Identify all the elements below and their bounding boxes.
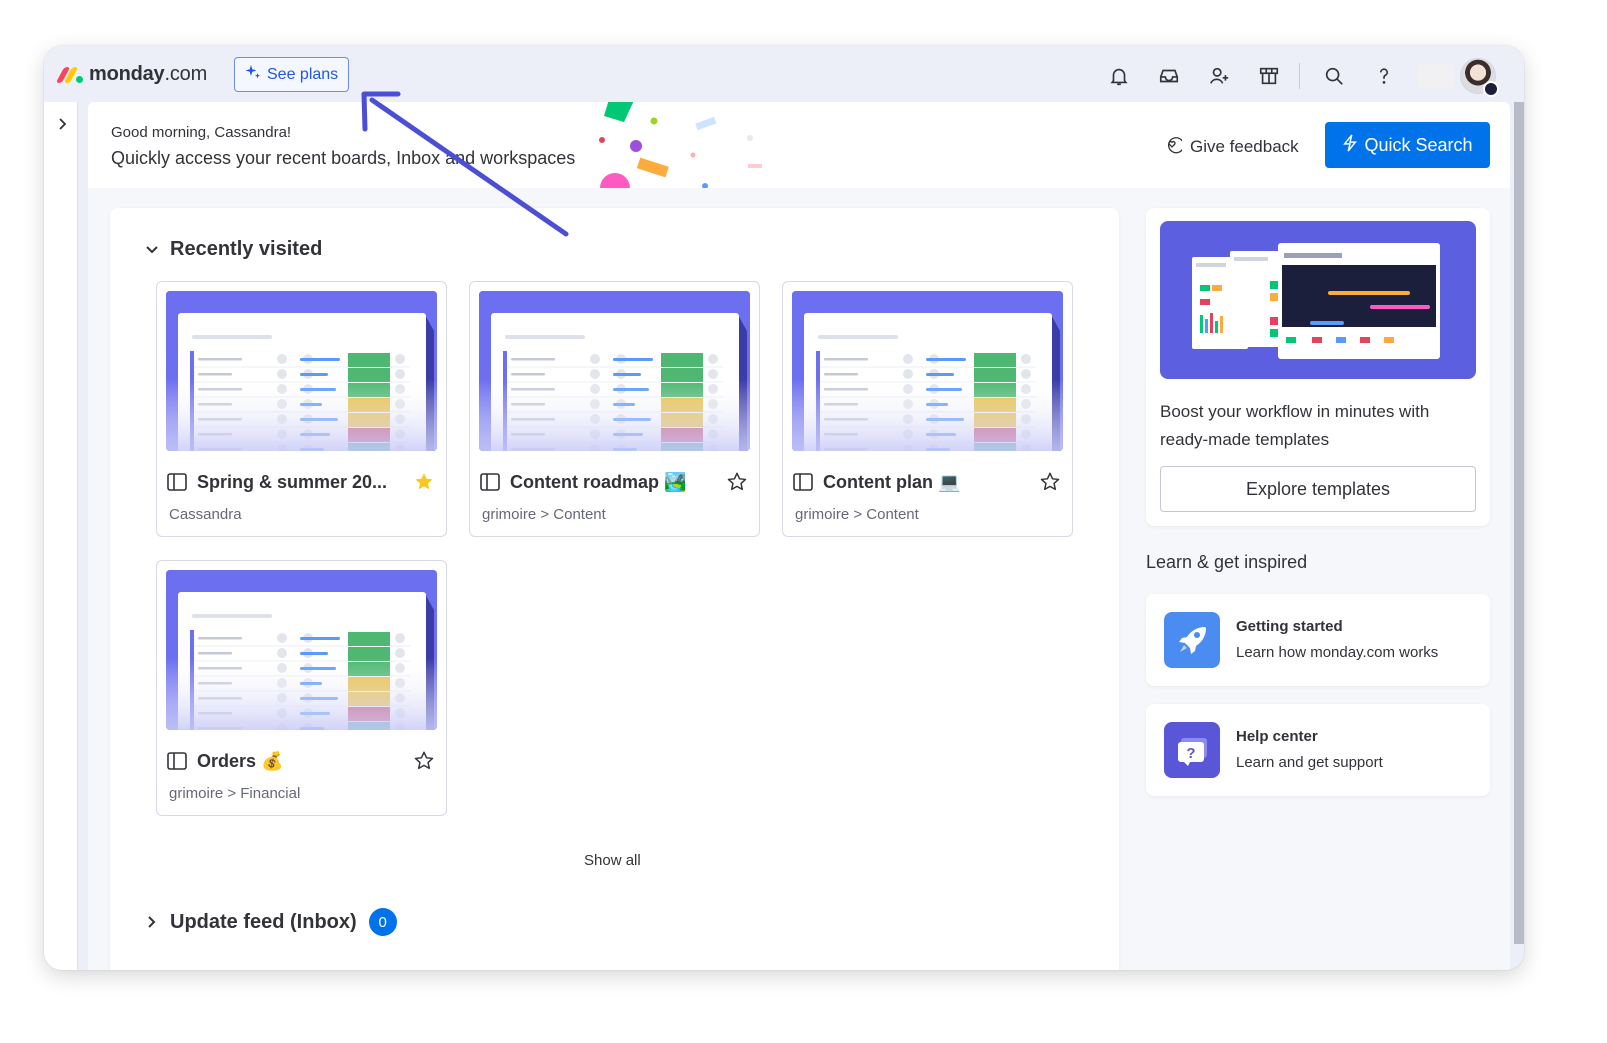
greeting-subtitle: Quickly access your recent boards, Inbox… bbox=[111, 148, 576, 168]
recently-visited-title: Recently visited bbox=[170, 238, 323, 260]
quick-search-button[interactable]: Quick Search bbox=[1325, 122, 1490, 168]
give-feedback-button[interactable]: Give feedback bbox=[1162, 134, 1299, 159]
board-name: Content roadmap 🏞️ bbox=[510, 471, 687, 492]
board-card[interactable]: Content roadmap 🏞️ grimoire > Content bbox=[469, 281, 760, 537]
help-icon[interactable] bbox=[1368, 60, 1400, 92]
see-plans-label: See plans bbox=[267, 65, 339, 83]
update-count-badge: 0 bbox=[368, 908, 397, 936]
monday-logo[interactable]: monday.com bbox=[55, 63, 208, 86]
app-window: monday.com See plans Good morning, Cassa… bbox=[44, 46, 1524, 970]
feedback-heart-icon bbox=[1162, 134, 1185, 159]
help-chat-icon: ? bbox=[1164, 722, 1220, 778]
top-bar: monday.com See plans bbox=[44, 46, 1524, 102]
board-icon bbox=[793, 473, 813, 491]
search-icon[interactable] bbox=[1318, 60, 1350, 92]
header-actions bbox=[1085, 58, 1499, 97]
update-feed-title: Update feed (Inbox) bbox=[170, 910, 357, 933]
monday-logo-mark-icon bbox=[55, 66, 83, 83]
rocket-icon bbox=[1164, 612, 1220, 668]
board-icon bbox=[167, 752, 187, 770]
svg-text:?: ? bbox=[1186, 745, 1195, 762]
board-name: Spring & summer 20... bbox=[197, 471, 388, 492]
home-panel: Good morning, Cassandra! Quickly access … bbox=[88, 102, 1510, 970]
templates-illustration bbox=[1160, 221, 1476, 379]
star-outline-icon[interactable] bbox=[412, 749, 436, 773]
bell-icon[interactable] bbox=[1103, 60, 1135, 92]
star-outline-icon[interactable] bbox=[725, 470, 749, 494]
board-thumbnail bbox=[792, 291, 1063, 451]
recently-visited-header[interactable]: Recently visited bbox=[144, 238, 322, 261]
greeting-title: Good morning, Cassandra! bbox=[111, 124, 292, 141]
board-path: grimoire > Content bbox=[795, 506, 919, 523]
board-icon bbox=[167, 473, 187, 491]
board-card[interactable]: Content plan 💻 grimoire > Content bbox=[782, 281, 1073, 537]
recent-boards-section: Recently visited Spring & summer 20... C… bbox=[110, 208, 1119, 970]
avatar-status-icon bbox=[1483, 81, 1499, 97]
board-thumbnail bbox=[166, 291, 437, 451]
learn-section-title: Learn & get inspired bbox=[1146, 552, 1308, 572]
board-path: grimoire > Financial bbox=[169, 785, 301, 802]
board-thumbnail bbox=[166, 570, 437, 730]
sidebar-expand-chevron-icon[interactable] bbox=[52, 114, 72, 134]
give-feedback-label: Give feedback bbox=[1190, 136, 1299, 156]
show-all-link[interactable]: Show all bbox=[584, 852, 641, 869]
getting-started-title: Getting started bbox=[1236, 618, 1343, 635]
board-path: Cassandra bbox=[169, 506, 242, 523]
board-name: Orders 💰 bbox=[197, 750, 284, 771]
confetti-decoration bbox=[599, 102, 762, 188]
invite-members-icon[interactable] bbox=[1203, 60, 1235, 92]
board-icon bbox=[480, 473, 500, 491]
help-center-card[interactable]: ? Help center Learn and get support bbox=[1146, 704, 1490, 796]
templates-promo-card: Boost your workflow in minutes with read… bbox=[1146, 208, 1490, 526]
star-outline-icon[interactable] bbox=[1038, 470, 1062, 494]
chevron-right-icon bbox=[144, 914, 160, 930]
inbox-icon[interactable] bbox=[1153, 60, 1185, 92]
getting-started-subtitle: Learn how monday.com works bbox=[1236, 644, 1439, 661]
quick-search-label: Quick Search bbox=[1364, 134, 1473, 155]
scrollbar[interactable] bbox=[1514, 102, 1524, 944]
board-path: grimoire > Content bbox=[482, 506, 606, 523]
board-card[interactable]: Orders 💰 grimoire > Financial bbox=[156, 560, 447, 816]
getting-started-card[interactable]: Getting started Learn how monday.com wor… bbox=[1146, 594, 1490, 686]
account-logo[interactable] bbox=[1418, 64, 1454, 88]
board-card[interactable]: Spring & summer 20... Cassandra bbox=[156, 281, 447, 537]
explore-templates-button[interactable]: Explore templates bbox=[1160, 466, 1476, 512]
board-thumbnail bbox=[479, 291, 750, 451]
update-feed-header[interactable]: Update feed (Inbox) 0 bbox=[144, 908, 397, 936]
help-center-title: Help center bbox=[1236, 728, 1318, 745]
sidebar bbox=[44, 102, 78, 970]
star-filled-icon[interactable] bbox=[412, 470, 436, 494]
sparkle-icon bbox=[245, 64, 261, 85]
marketplace-icon[interactable] bbox=[1253, 60, 1285, 92]
lightning-icon bbox=[1342, 133, 1358, 157]
see-plans-button[interactable]: See plans bbox=[234, 57, 350, 92]
board-name: Content plan 💻 bbox=[823, 471, 961, 492]
greeting-banner: Good morning, Cassandra! Quickly access … bbox=[88, 102, 1510, 188]
logo-text: monday.com bbox=[89, 63, 208, 85]
header-divider bbox=[1299, 63, 1300, 89]
templates-promo-text: Boost your workflow in minutes with read… bbox=[1160, 402, 1430, 449]
help-center-subtitle: Learn and get support bbox=[1236, 754, 1383, 771]
avatar[interactable] bbox=[1460, 58, 1499, 97]
chevron-down-icon bbox=[144, 242, 160, 258]
